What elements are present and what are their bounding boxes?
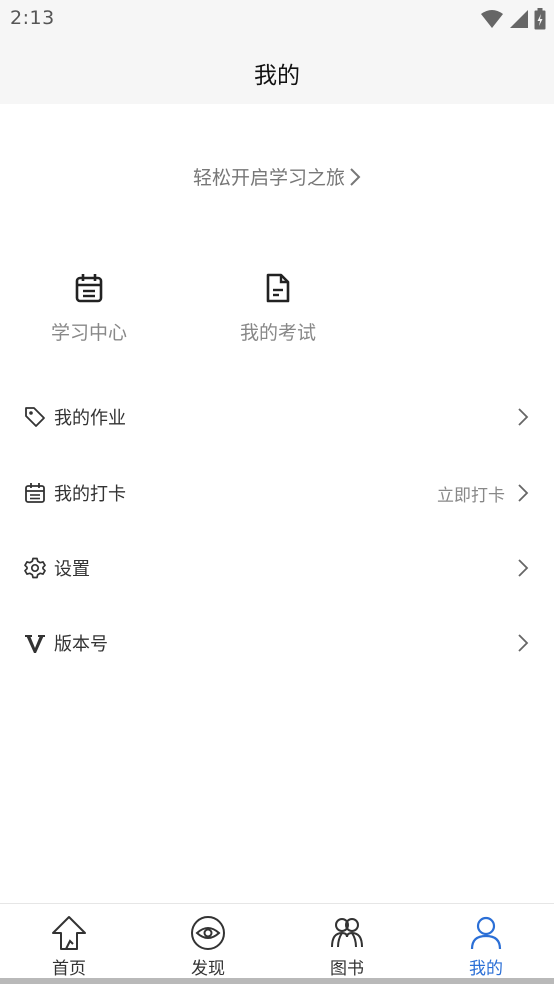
shortcut-label: 学习中心: [50, 322, 127, 344]
home-icon: [52, 916, 86, 950]
tab-mine[interactable]: 我的: [446, 914, 526, 979]
tag-icon: [23, 405, 47, 429]
tab-label: 发现: [191, 959, 225, 979]
menu-item-check-in[interactable]: 我的打卡 立即打卡: [0, 465, 554, 521]
shortcut-my-exams[interactable]: 我的考试: [208, 270, 348, 345]
group-icon: [331, 918, 363, 948]
shortcut-learning-center[interactable]: 学习中心: [19, 270, 159, 345]
banner-text: 轻松开启学习之旅: [192, 167, 345, 189]
chevron-right-icon: [518, 408, 529, 426]
tab-label: 我的: [469, 959, 503, 979]
menu-item-homework[interactable]: 我的作业: [0, 389, 554, 445]
menu-item-label: 我的作业: [54, 408, 126, 429]
calendar-icon: [75, 274, 103, 303]
chevron-right-icon: [518, 559, 529, 577]
chevron-right-icon: [518, 634, 529, 652]
title-bar: 我的: [0, 38, 554, 104]
menu-item-label: 我的打卡: [54, 484, 126, 505]
menu-item-version[interactable]: 版本号: [0, 615, 554, 671]
page-title: 我的: [254, 63, 300, 89]
status-icons: [481, 8, 546, 30]
home-indicator: [0, 978, 554, 984]
shortcut-label: 我的考试: [239, 322, 316, 344]
tab-books[interactable]: 图书: [307, 914, 387, 979]
version-v-icon: [23, 631, 47, 655]
check-in-now-link[interactable]: 立即打卡: [437, 481, 505, 506]
user-icon: [470, 916, 502, 950]
tab-label: 图书: [330, 959, 364, 979]
eye-icon: [191, 916, 225, 950]
tab-discover[interactable]: 发现: [168, 914, 248, 979]
signal-icon: [510, 10, 528, 28]
menu-item-settings[interactable]: 设置: [0, 540, 554, 596]
document-icon: [266, 273, 290, 303]
wifi-icon: [481, 10, 503, 28]
chevron-right-icon: [518, 484, 529, 502]
tab-home[interactable]: 首页: [29, 914, 109, 979]
status-bar: 2:13: [0, 0, 554, 38]
learning-banner[interactable]: 轻松开启学习之旅: [0, 163, 554, 190]
status-time: 2:13: [10, 7, 55, 29]
menu-item-label: 版本号: [54, 634, 108, 655]
tab-label: 首页: [52, 959, 86, 979]
battery-icon: [534, 8, 546, 30]
menu-item-label: 设置: [54, 559, 90, 580]
chevron-right-icon: [350, 167, 361, 186]
bottom-tab-bar: 首页 发现 图书 我的: [0, 903, 554, 984]
calendar-icon: [23, 481, 47, 505]
gear-icon: [23, 556, 47, 580]
